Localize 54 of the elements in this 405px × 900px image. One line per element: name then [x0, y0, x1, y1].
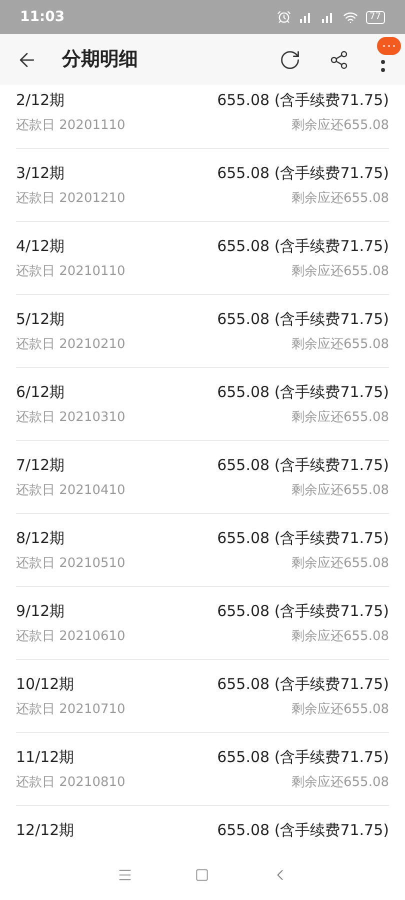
installment-period: 6/12期	[16, 382, 65, 402]
installment-period: 4/12期	[16, 236, 65, 256]
due-date: 还款日 20210110	[16, 263, 126, 281]
installment-amount: 655.08 (含手续费71.75)	[217, 454, 389, 476]
notification-badge-icon	[377, 37, 401, 55]
due-date: 还款日 20201210	[16, 190, 126, 208]
share-button[interactable]	[329, 50, 349, 70]
installment-amount: 655.08 (含手续费71.75)	[217, 820, 389, 842]
signal-icon	[320, 11, 335, 23]
remaining-amount: 剩余应还655.08	[292, 628, 389, 646]
installment-amount: 655.08 (含手续费71.75)	[217, 674, 389, 694]
installment-amount: 655.08 (含手续费71.75)	[217, 162, 389, 184]
page-title: 分期明细	[62, 47, 138, 72]
remaining-amount: 剩余应还655.08	[292, 336, 389, 354]
refresh-button[interactable]	[279, 48, 301, 70]
installment-period: 9/12期	[16, 600, 65, 622]
due-date: 还款日 20210610	[16, 628, 126, 646]
installment-period: 10/12期	[16, 674, 74, 694]
remaining-amount: 剩余应还655.08	[292, 701, 389, 719]
installment-period: 8/12期	[16, 528, 65, 548]
battery-level: 77	[366, 10, 385, 24]
due-date: 还款日 20210310	[16, 409, 126, 427]
remaining-amount: 剩余应还655.08	[292, 482, 389, 500]
installment-amount: 655.08 (含手续费71.75)	[217, 382, 389, 402]
installment-period: 11/12期	[16, 746, 74, 768]
installment-amount: 655.08 (含手续费71.75)	[217, 90, 389, 110]
due-date: 还款日 20210410	[16, 482, 126, 500]
installment-amount: 655.08 (含手续费71.75)	[217, 236, 389, 256]
remaining-amount: 剩余应还655.08	[292, 774, 389, 792]
home-icon[interactable]	[194, 868, 208, 882]
due-date: 还款日 20210810	[16, 774, 126, 792]
remaining-amount: 剩余应还655.08	[292, 555, 389, 573]
installment-amount: 655.08 (含手续费71.75)	[217, 600, 389, 622]
due-date: 还款日 20210710	[16, 701, 126, 719]
wifi-icon	[342, 10, 358, 24]
alarm-icon	[276, 10, 291, 24]
signal-icon	[298, 11, 313, 23]
installment-amount: 655.08 (含手续费71.75)	[217, 746, 389, 768]
remaining-amount: 剩余应还655.08	[292, 117, 389, 135]
due-date: 还款日 20210510	[16, 555, 126, 573]
remaining-amount: 剩余应还655.08	[292, 263, 389, 281]
installment-period: 12/12期	[16, 820, 74, 842]
installment-period: 2/12期	[16, 90, 65, 110]
installment-amount: 655.08 (含手续费71.75)	[217, 528, 389, 548]
status-time: 11:03	[20, 8, 65, 26]
due-date: 还款日 20210210	[16, 336, 126, 354]
installment-period: 5/12期	[16, 308, 65, 330]
installment-period: 7/12期	[16, 454, 65, 476]
menu-icon[interactable]	[116, 867, 132, 883]
remaining-amount: 剩余应还655.08	[292, 409, 389, 427]
remaining-amount: 剩余应还655.08	[292, 190, 389, 208]
installment-period: 3/12期	[16, 162, 65, 184]
installment-amount: 655.08 (含手续费71.75)	[217, 308, 389, 330]
due-date: 还款日 20201110	[16, 117, 126, 135]
